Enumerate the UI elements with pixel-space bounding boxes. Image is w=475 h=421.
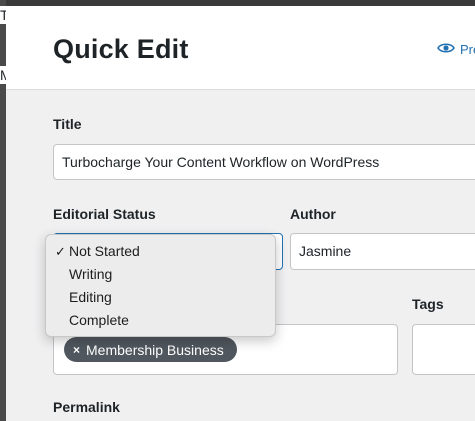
status-option-label: Writing [69, 266, 113, 282]
checkmark-icon: ✓ [55, 244, 66, 259]
author-input[interactable]: Jasmine [290, 233, 475, 270]
category-token-label: Membership Business [86, 341, 224, 358]
tags-input[interactable] [412, 324, 475, 375]
editorial-status-label: Editorial Status [53, 206, 156, 222]
quick-edit-modal: Quick Edit Preview Title Turbocharge You… [6, 6, 475, 421]
status-option[interactable]: Writing [46, 263, 275, 286]
title-label: Title [53, 116, 82, 132]
permalink-label: Permalink [53, 399, 120, 415]
preview-label: Preview [460, 42, 475, 57]
title-input[interactable]: Turbocharge Your Content Workflow on Wor… [53, 144, 475, 180]
status-option[interactable]: ✓ Not Started [46, 240, 275, 263]
tags-label: Tags [412, 296, 444, 312]
editorial-status-dropdown: ✓ Not Started Writing Editing Complete [45, 234, 276, 337]
remove-token-icon[interactable]: × [73, 343, 80, 357]
status-option-label: Not Started [69, 243, 140, 259]
status-option[interactable]: Complete [46, 309, 275, 332]
modal-title: Quick Edit [53, 34, 189, 64]
status-option[interactable]: Editing [46, 286, 275, 309]
eye-icon [437, 42, 460, 57]
modal-header: Quick Edit Preview [6, 6, 475, 90]
status-option-label: Complete [69, 312, 129, 328]
status-option-label: Editing [69, 289, 112, 305]
category-token: × Membership Business [64, 337, 237, 362]
preview-link[interactable]: Preview [437, 42, 475, 57]
author-label: Author [290, 206, 336, 222]
